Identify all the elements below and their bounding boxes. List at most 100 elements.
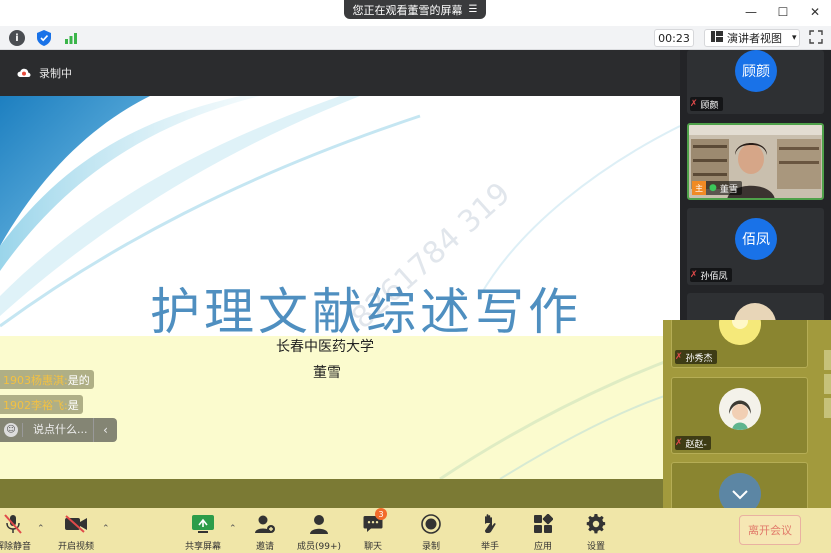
- side-tab[interactable]: [824, 350, 831, 370]
- apps-icon: [531, 512, 555, 535]
- chat-label: 聊天: [363, 542, 382, 552]
- participant-panel-lower: ✗ 孙秀杰 ✗ 赵赵-: [663, 320, 831, 508]
- participant-name: 顾颜: [700, 100, 719, 111]
- cloud-record-icon: [17, 68, 31, 78]
- record-button[interactable]: 录制: [406, 512, 456, 552]
- invite-button[interactable]: 邀请: [240, 512, 290, 552]
- recording-bar: 录制中: [0, 50, 680, 96]
- chevron-up-icon[interactable]: ⌃: [37, 524, 45, 534]
- participant-tile[interactable]: 顾颜 ✗ 顾颜: [687, 50, 824, 114]
- chat-sender: 1903杨惠淇:: [3, 373, 68, 387]
- mic-muted-icon: ✗: [690, 270, 698, 280]
- screen-share-notice[interactable]: 您正在观看董雪的屏幕 ☰: [344, 0, 486, 19]
- chat-text: 是: [67, 398, 79, 412]
- chat-icon: 3: [361, 508, 387, 535]
- meeting-toolbar: 解除静音 ⌃ 开启视频 ⌃ 共享屏幕 ⌃ 邀请 成员(9: [0, 508, 831, 553]
- meeting-window: 您正在观看董雪的屏幕 ☰ — ☐ ✕ i 00:23 演讲者视图 ▾ 录制中 护…: [0, 0, 831, 553]
- mic-muted-icon: ✗: [690, 99, 698, 109]
- participant-name: 孙佰凤: [700, 271, 728, 282]
- shield-icon[interactable]: [36, 30, 52, 46]
- record-icon: [419, 512, 443, 535]
- invite-label: 邀请: [255, 542, 274, 552]
- title-bar: 您正在观看董雪的屏幕 ☰ — ☐ ✕: [0, 0, 831, 26]
- participant-tile[interactable]: ✗ 孙秀杰: [671, 320, 808, 368]
- recording-label: 录制中: [39, 67, 72, 80]
- participant-tile[interactable]: 佰凤 ✗ 孙佰凤: [687, 208, 824, 285]
- chevron-up-icon[interactable]: ⌃: [102, 524, 110, 534]
- avatar: [719, 473, 761, 508]
- signal-icon[interactable]: [63, 30, 79, 46]
- chevron-left-icon[interactable]: ‹: [93, 418, 117, 442]
- avatar: 顾颜: [735, 50, 777, 92]
- camera-off-icon: [64, 512, 88, 535]
- chat-input[interactable]: 说点什么...: [22, 423, 93, 437]
- raise-hand-label: 举手: [480, 542, 499, 552]
- avatar: 佰凤: [735, 218, 777, 260]
- layout-icon: [711, 31, 723, 45]
- shared-screen-view: 录制中 护理文献综述写作 长春中医药大学 董雪 8261784 319 1903…: [0, 50, 680, 508]
- members-button[interactable]: 成员(99+): [294, 512, 344, 552]
- participant-tile[interactable]: ✗ 赵赵-: [671, 377, 808, 454]
- leave-meeting-button[interactable]: 离开会议: [739, 515, 801, 545]
- view-mode-label: 演讲者视图: [727, 32, 782, 45]
- meeting-timer: 00:23: [654, 29, 694, 47]
- avatar: [719, 388, 761, 430]
- participant-label: 主 ● 董雪: [692, 181, 742, 195]
- close-button[interactable]: ✕: [799, 0, 831, 24]
- members-icon: [307, 512, 331, 535]
- hand-icon: [478, 512, 502, 535]
- share-screen-icon: [191, 512, 215, 535]
- participant-label: ✗ 孙秀杰: [675, 350, 717, 364]
- host-icon: 主: [692, 181, 706, 195]
- video-button[interactable]: 开启视频: [51, 512, 101, 552]
- side-tab[interactable]: [824, 374, 831, 394]
- slide-footer-band: [0, 479, 680, 508]
- participant-name: 董雪: [719, 184, 738, 195]
- chat-text: 是的: [67, 373, 90, 387]
- video-label: 开启视频: [57, 542, 94, 552]
- meeting-info-bar: i 00:23 演讲者视图 ▾: [0, 26, 831, 50]
- side-tab[interactable]: [824, 398, 831, 418]
- participant-label: ✗ 赵赵-: [675, 436, 711, 450]
- participant-panel: 顾颜 ✗ 顾颜 主 ● 董雪 佰凤 ✗ 孙佰凤: [680, 50, 831, 320]
- minimize-button[interactable]: —: [735, 0, 767, 24]
- unmute-label: 解除静音: [0, 542, 31, 552]
- emoji-icon[interactable]: ☺: [0, 418, 22, 442]
- participant-name: 赵赵-: [685, 439, 707, 450]
- chat-input-bar[interactable]: ☺ 说点什么... ‹: [0, 418, 117, 442]
- menu-icon[interactable]: ☰: [469, 4, 478, 15]
- participant-label: ✗ 顾颜: [690, 97, 723, 111]
- members-label: 成员(99+): [296, 542, 342, 552]
- window-controls: — ☐ ✕: [735, 0, 831, 24]
- chat-badge: 3: [375, 508, 387, 520]
- raise-hand-button[interactable]: 举手: [465, 512, 515, 552]
- slide-university: 长春中医药大学: [276, 339, 374, 355]
- chat-sender: 1902李裕飞:: [3, 398, 68, 412]
- gear-icon: [584, 512, 608, 535]
- record-label: 录制: [421, 542, 440, 552]
- chevron-up-icon[interactable]: ⌃: [229, 524, 237, 534]
- slide-bottom-decoration: [439, 354, 680, 479]
- chat-button[interactable]: 3 聊天: [348, 508, 398, 552]
- settings-button[interactable]: 设置: [571, 512, 621, 552]
- view-mode-dropdown[interactable]: 演讲者视图 ▾: [704, 29, 800, 47]
- participant-tile[interactable]: [687, 293, 824, 320]
- info-icon[interactable]: i: [9, 30, 25, 46]
- unmute-button[interactable]: 解除静音: [0, 512, 38, 552]
- mic-muted-icon: ✗: [675, 352, 683, 362]
- share-notice-text: 您正在观看董雪的屏幕: [352, 3, 463, 17]
- chat-message: 1903杨惠淇: 是的: [0, 370, 94, 389]
- fullscreen-icon[interactable]: [809, 30, 825, 46]
- share-screen-button[interactable]: 共享屏幕: [178, 512, 228, 552]
- maximize-button[interactable]: ☐: [767, 0, 799, 24]
- participant-tile-active[interactable]: 主 ● 董雪: [687, 123, 824, 200]
- avatar: [734, 303, 776, 320]
- participant-name: 孙秀杰: [685, 353, 713, 364]
- side-tabs: [824, 350, 831, 422]
- participant-tile[interactable]: [671, 462, 808, 508]
- recording-indicator[interactable]: 录制中: [17, 65, 72, 81]
- chat-message: 1902李裕飞: 是: [0, 395, 83, 414]
- slide-title-area: 护理文献综述写作: [0, 96, 680, 336]
- apps-button[interactable]: 应用: [518, 512, 568, 552]
- slide-info-area: 长春中医药大学 董雪: [0, 336, 680, 479]
